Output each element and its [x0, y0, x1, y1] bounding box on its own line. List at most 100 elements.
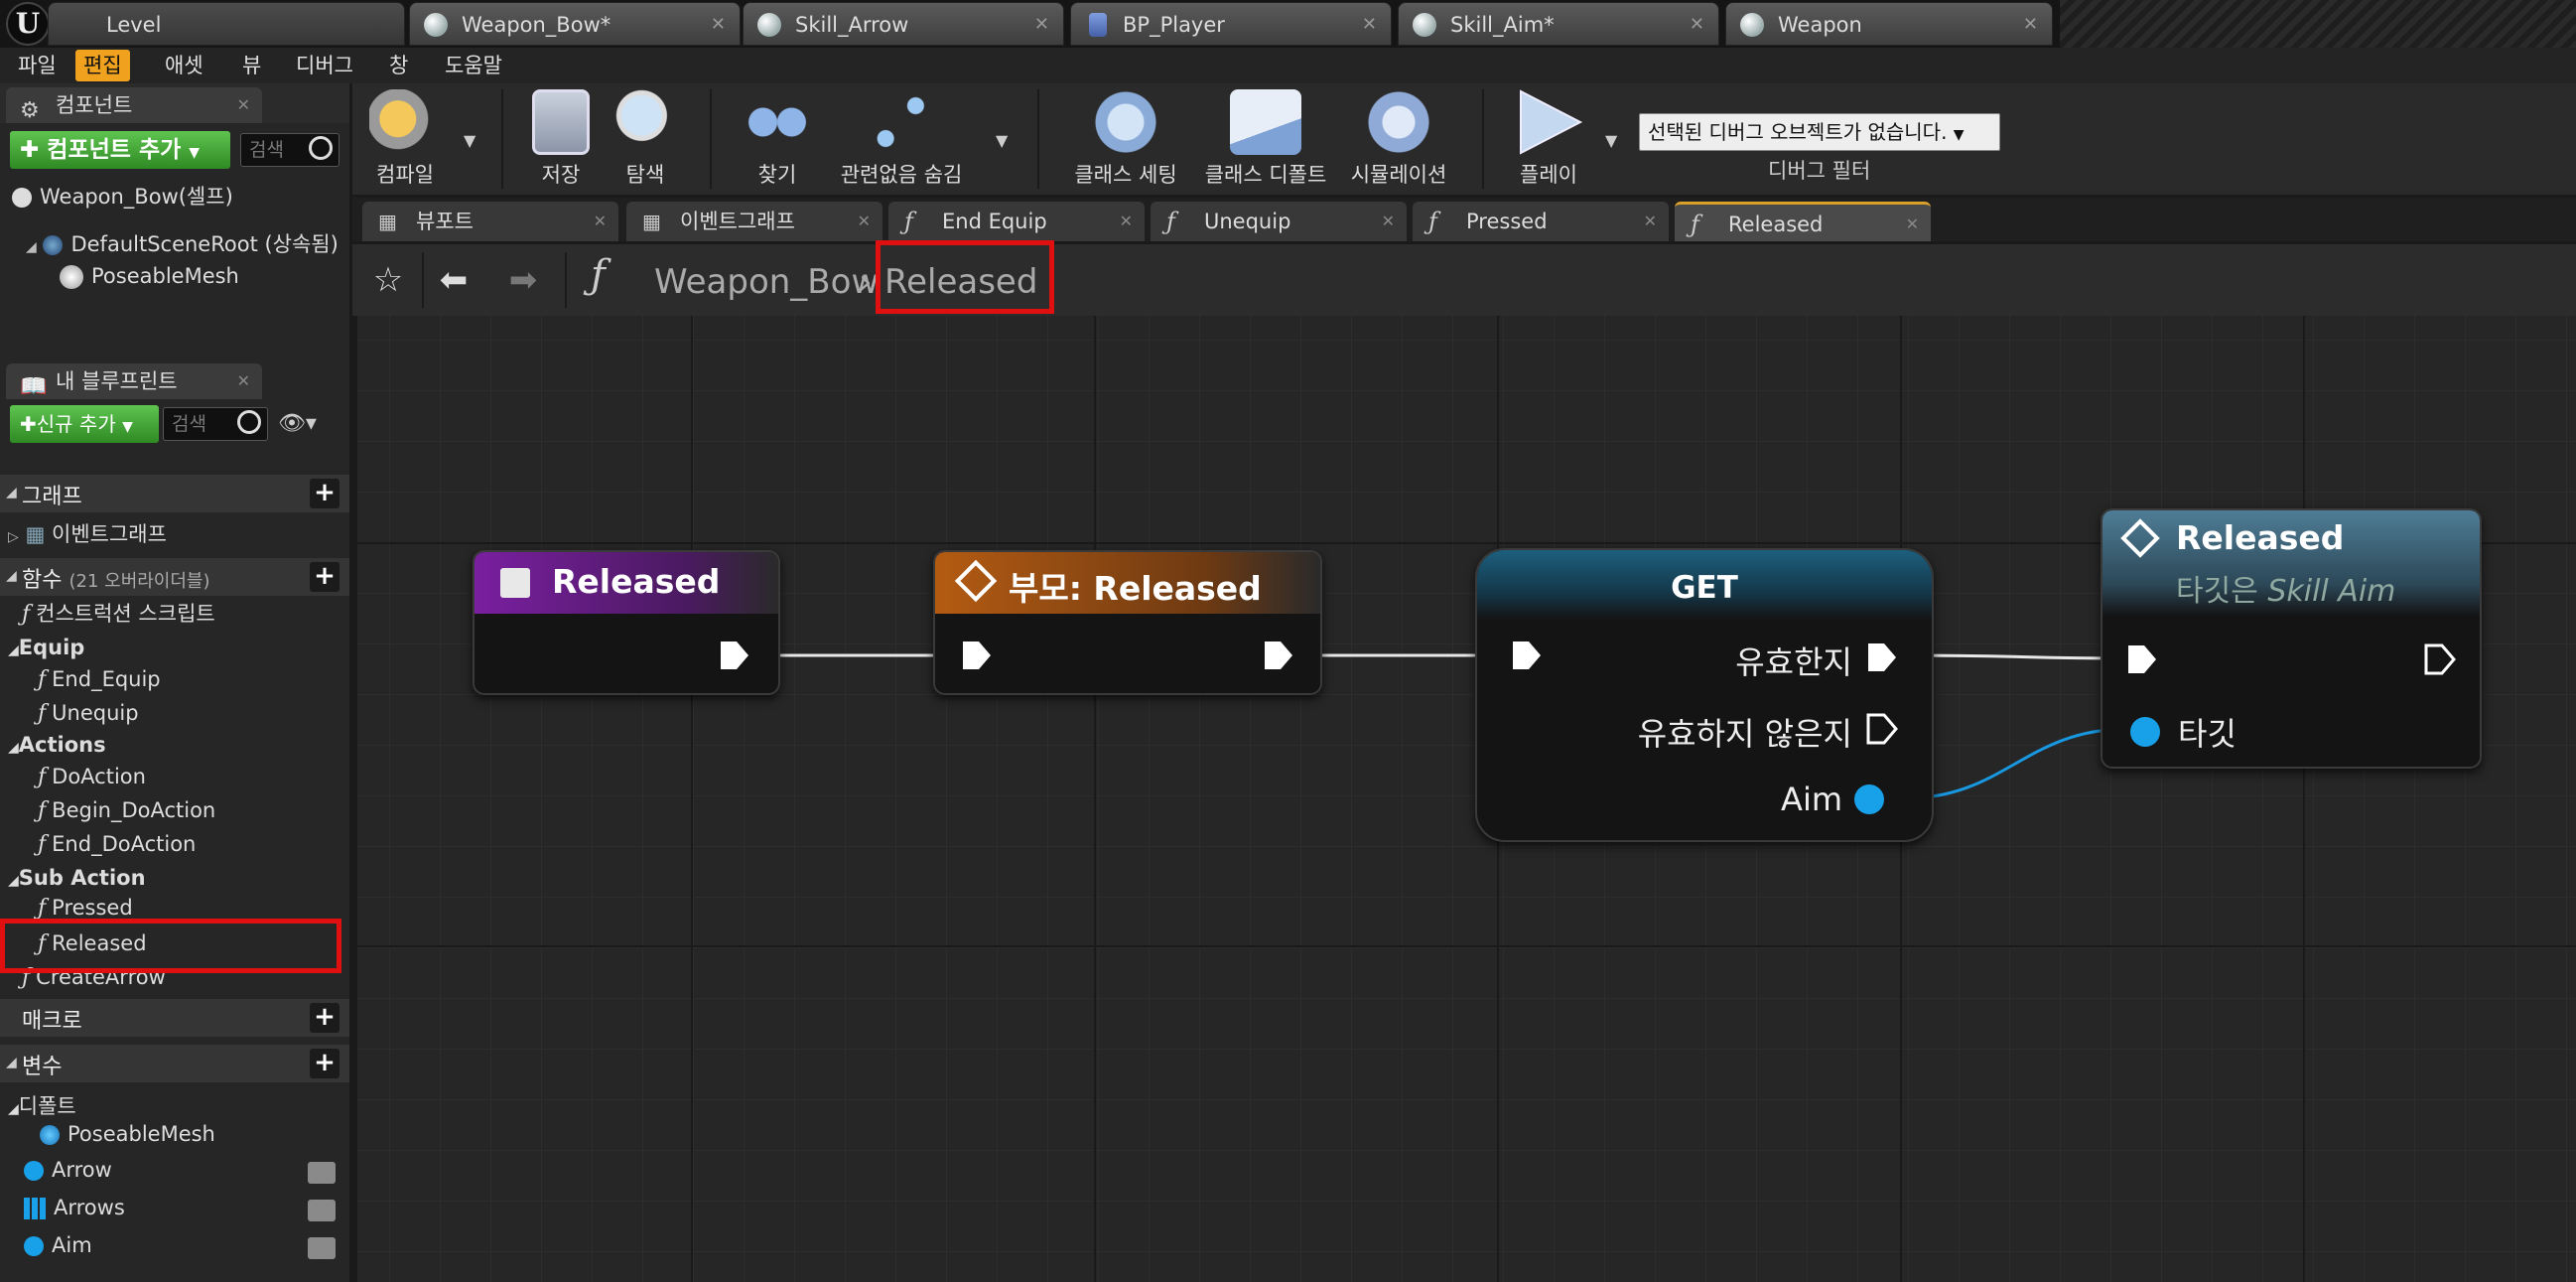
tab-level[interactable]: Level: [48, 2, 405, 46]
add-macro-button[interactable]: +: [310, 1003, 339, 1033]
unreal-logo-icon[interactable]: U: [6, 2, 50, 46]
functions-section[interactable]: ◢ 함수 (21 오버라이더블) +: [0, 558, 349, 596]
close-icon[interactable]: ✕: [594, 202, 607, 241]
exec-in-pin[interactable]: [961, 640, 993, 671]
exec-in-pin[interactable]: [2126, 643, 2158, 675]
category-sub-action[interactable]: ◢Sub Action: [8, 866, 146, 890]
menu-help[interactable]: 도움말: [437, 50, 510, 81]
forward-arrow-icon[interactable]: ➡: [501, 258, 545, 302]
menu-edit[interactable]: 편집: [75, 50, 130, 81]
tab-skill-aim[interactable]: Skill_Aim* ✕: [1398, 2, 1719, 46]
menu-debug[interactable]: 디버그: [288, 50, 361, 81]
browse-button[interactable]: 탐색: [601, 89, 690, 189]
menu-view[interactable]: 뷰: [234, 50, 269, 81]
class-defaults-button[interactable]: 클래스 디폴트: [1196, 89, 1335, 189]
my-blueprint-tab[interactable]: 📖 내 블루프린트 ✕: [6, 363, 262, 399]
is-valid-exec-pin[interactable]: [1866, 641, 1898, 673]
tab-end-equip[interactable]: ƒ End Equip ✕: [888, 202, 1145, 241]
add-component-button[interactable]: ✚ 컴포넌트 추가 ▼: [10, 131, 230, 169]
function-begin-do-action[interactable]: ƒ Begin_DoAction: [38, 798, 215, 823]
function-end-equip[interactable]: ƒ End_Equip: [38, 667, 161, 692]
function-end-do-action[interactable]: ƒ End_DoAction: [38, 832, 196, 857]
close-icon[interactable]: ✕: [1382, 202, 1395, 241]
variable-arrow[interactable]: Arrow: [24, 1158, 112, 1182]
close-icon[interactable]: ✕: [1690, 3, 1704, 47]
add-variable-button[interactable]: +: [310, 1049, 339, 1078]
menu-window[interactable]: 창: [381, 50, 416, 81]
chevron-down-icon[interactable]: ▼: [996, 131, 1008, 150]
my-blueprint-search-input[interactable]: 검색: [163, 407, 268, 441]
function-entry-node[interactable]: Released: [473, 550, 780, 695]
variable-aim[interactable]: Aim: [24, 1233, 92, 1257]
aim-output-pin[interactable]: [1854, 784, 1884, 814]
close-icon[interactable]: ✕: [2023, 3, 2038, 47]
find-button[interactable]: 찾기: [728, 89, 827, 189]
released-call-node[interactable]: Released 타깃은 Skill Aim 타깃: [2101, 508, 2482, 769]
visibility-eye-icon[interactable]: [308, 1237, 336, 1259]
parent-call-node[interactable]: 부모: Released: [933, 550, 1322, 695]
menu-file[interactable]: 파일: [10, 50, 65, 81]
exec-out-pin[interactable]: [1263, 640, 1294, 671]
event-graph-item[interactable]: ▷ ▦ 이벤트그래프: [8, 518, 167, 548]
tab-pressed[interactable]: ƒ Pressed ✕: [1413, 202, 1669, 241]
component-poseable-mesh[interactable]: PoseableMesh: [60, 264, 239, 289]
target-input-pin[interactable]: [2130, 717, 2160, 747]
tab-weapon[interactable]: Weapon ✕: [1725, 2, 2053, 46]
close-icon[interactable]: ✕: [1034, 3, 1049, 47]
components-search-input[interactable]: 검색: [240, 133, 339, 167]
add-graph-button[interactable]: +: [310, 479, 339, 508]
exec-out-pin[interactable]: [719, 640, 750, 671]
play-button[interactable]: 플레이: [1494, 89, 1603, 189]
tab-skill-arrow[interactable]: Skill_Arrow ✕: [743, 2, 1064, 46]
exec-out-pin[interactable]: [2424, 643, 2456, 675]
components-tab[interactable]: ⚙ 컴포넌트 ✕: [6, 87, 262, 123]
tab-bp-player[interactable]: BP_Player ✕: [1070, 2, 1392, 46]
tab-event-graph[interactable]: ▦ 이벤트그래프 ✕: [626, 202, 882, 241]
eye-icon[interactable]: 👁▾: [278, 411, 317, 436]
visibility-eye-icon[interactable]: [308, 1200, 336, 1221]
function-unequip[interactable]: ƒ Unequip: [38, 701, 139, 726]
visibility-eye-icon[interactable]: [308, 1162, 336, 1184]
close-icon[interactable]: ✕: [1906, 205, 1919, 244]
variables-section[interactable]: ◢ 변수 +: [0, 1045, 349, 1082]
chevron-down-icon[interactable]: ▼: [464, 131, 475, 150]
variable-arrows[interactable]: Arrows: [24, 1196, 125, 1219]
close-icon[interactable]: ✕: [858, 202, 871, 241]
variable-poseable-mesh[interactable]: PoseableMesh: [40, 1122, 215, 1146]
function-pressed[interactable]: ƒ Pressed: [38, 896, 133, 921]
debug-object-select[interactable]: 선택된 디버그 오브젝트가 없습니다. ▼: [1639, 113, 2000, 151]
close-icon[interactable]: ✕: [237, 87, 250, 123]
compile-button[interactable]: 컴파일: [360, 89, 450, 189]
close-icon[interactable]: ✕: [1644, 202, 1657, 241]
save-button[interactable]: 저장: [521, 89, 601, 189]
hide-unrelated-button[interactable]: 관련없음 숨김: [827, 89, 976, 189]
tab-viewport[interactable]: ▦ 뷰포트 ✕: [362, 202, 618, 241]
category-default[interactable]: ◢디폴트: [8, 1090, 76, 1120]
chevron-down-icon[interactable]: ▼: [1605, 131, 1617, 150]
close-icon[interactable]: ✕: [1362, 3, 1377, 47]
add-new-button[interactable]: ✚신규 추가 ▼: [10, 405, 159, 443]
tab-released[interactable]: ƒ Released ✕: [1675, 202, 1931, 241]
validated-get-node[interactable]: GET 유효한지 유효하지 않은지 Aim: [1475, 548, 1934, 842]
menu-asset[interactable]: 애셋: [157, 50, 211, 81]
macros-section[interactable]: 매크로 +: [0, 999, 349, 1037]
star-icon[interactable]: ☆: [366, 258, 410, 302]
tab-unequip[interactable]: ƒ Unequip ✕: [1151, 202, 1407, 241]
is-not-valid-exec-pin[interactable]: [1866, 713, 1898, 745]
component-default-scene-root[interactable]: ◢ DefaultSceneRoot (상속됨): [26, 228, 339, 258]
close-icon[interactable]: ✕: [237, 363, 250, 399]
tab-weapon-bow[interactable]: Weapon_Bow* ✕: [409, 2, 741, 46]
construction-script-item[interactable]: ƒ 컨스트럭션 스크립트: [22, 598, 215, 628]
self-item[interactable]: Weapon_Bow(셀프): [12, 181, 233, 211]
category-actions[interactable]: ◢Actions: [8, 733, 106, 757]
graph-section[interactable]: ◢ 그래프 +: [0, 475, 349, 512]
exec-in-pin[interactable]: [1511, 640, 1543, 671]
breadcrumb-blueprint[interactable]: Weapon_Bow: [654, 262, 879, 302]
back-arrow-icon[interactable]: ⬅: [432, 258, 475, 302]
add-function-button[interactable]: +: [310, 562, 339, 592]
function-do-action[interactable]: ƒ DoAction: [38, 765, 146, 789]
simulation-button[interactable]: 시뮬레이션: [1339, 89, 1458, 189]
graph-canvas[interactable]: [357, 316, 2576, 1282]
category-equip[interactable]: ◢Equip: [8, 636, 84, 659]
close-icon[interactable]: ✕: [1120, 202, 1133, 241]
